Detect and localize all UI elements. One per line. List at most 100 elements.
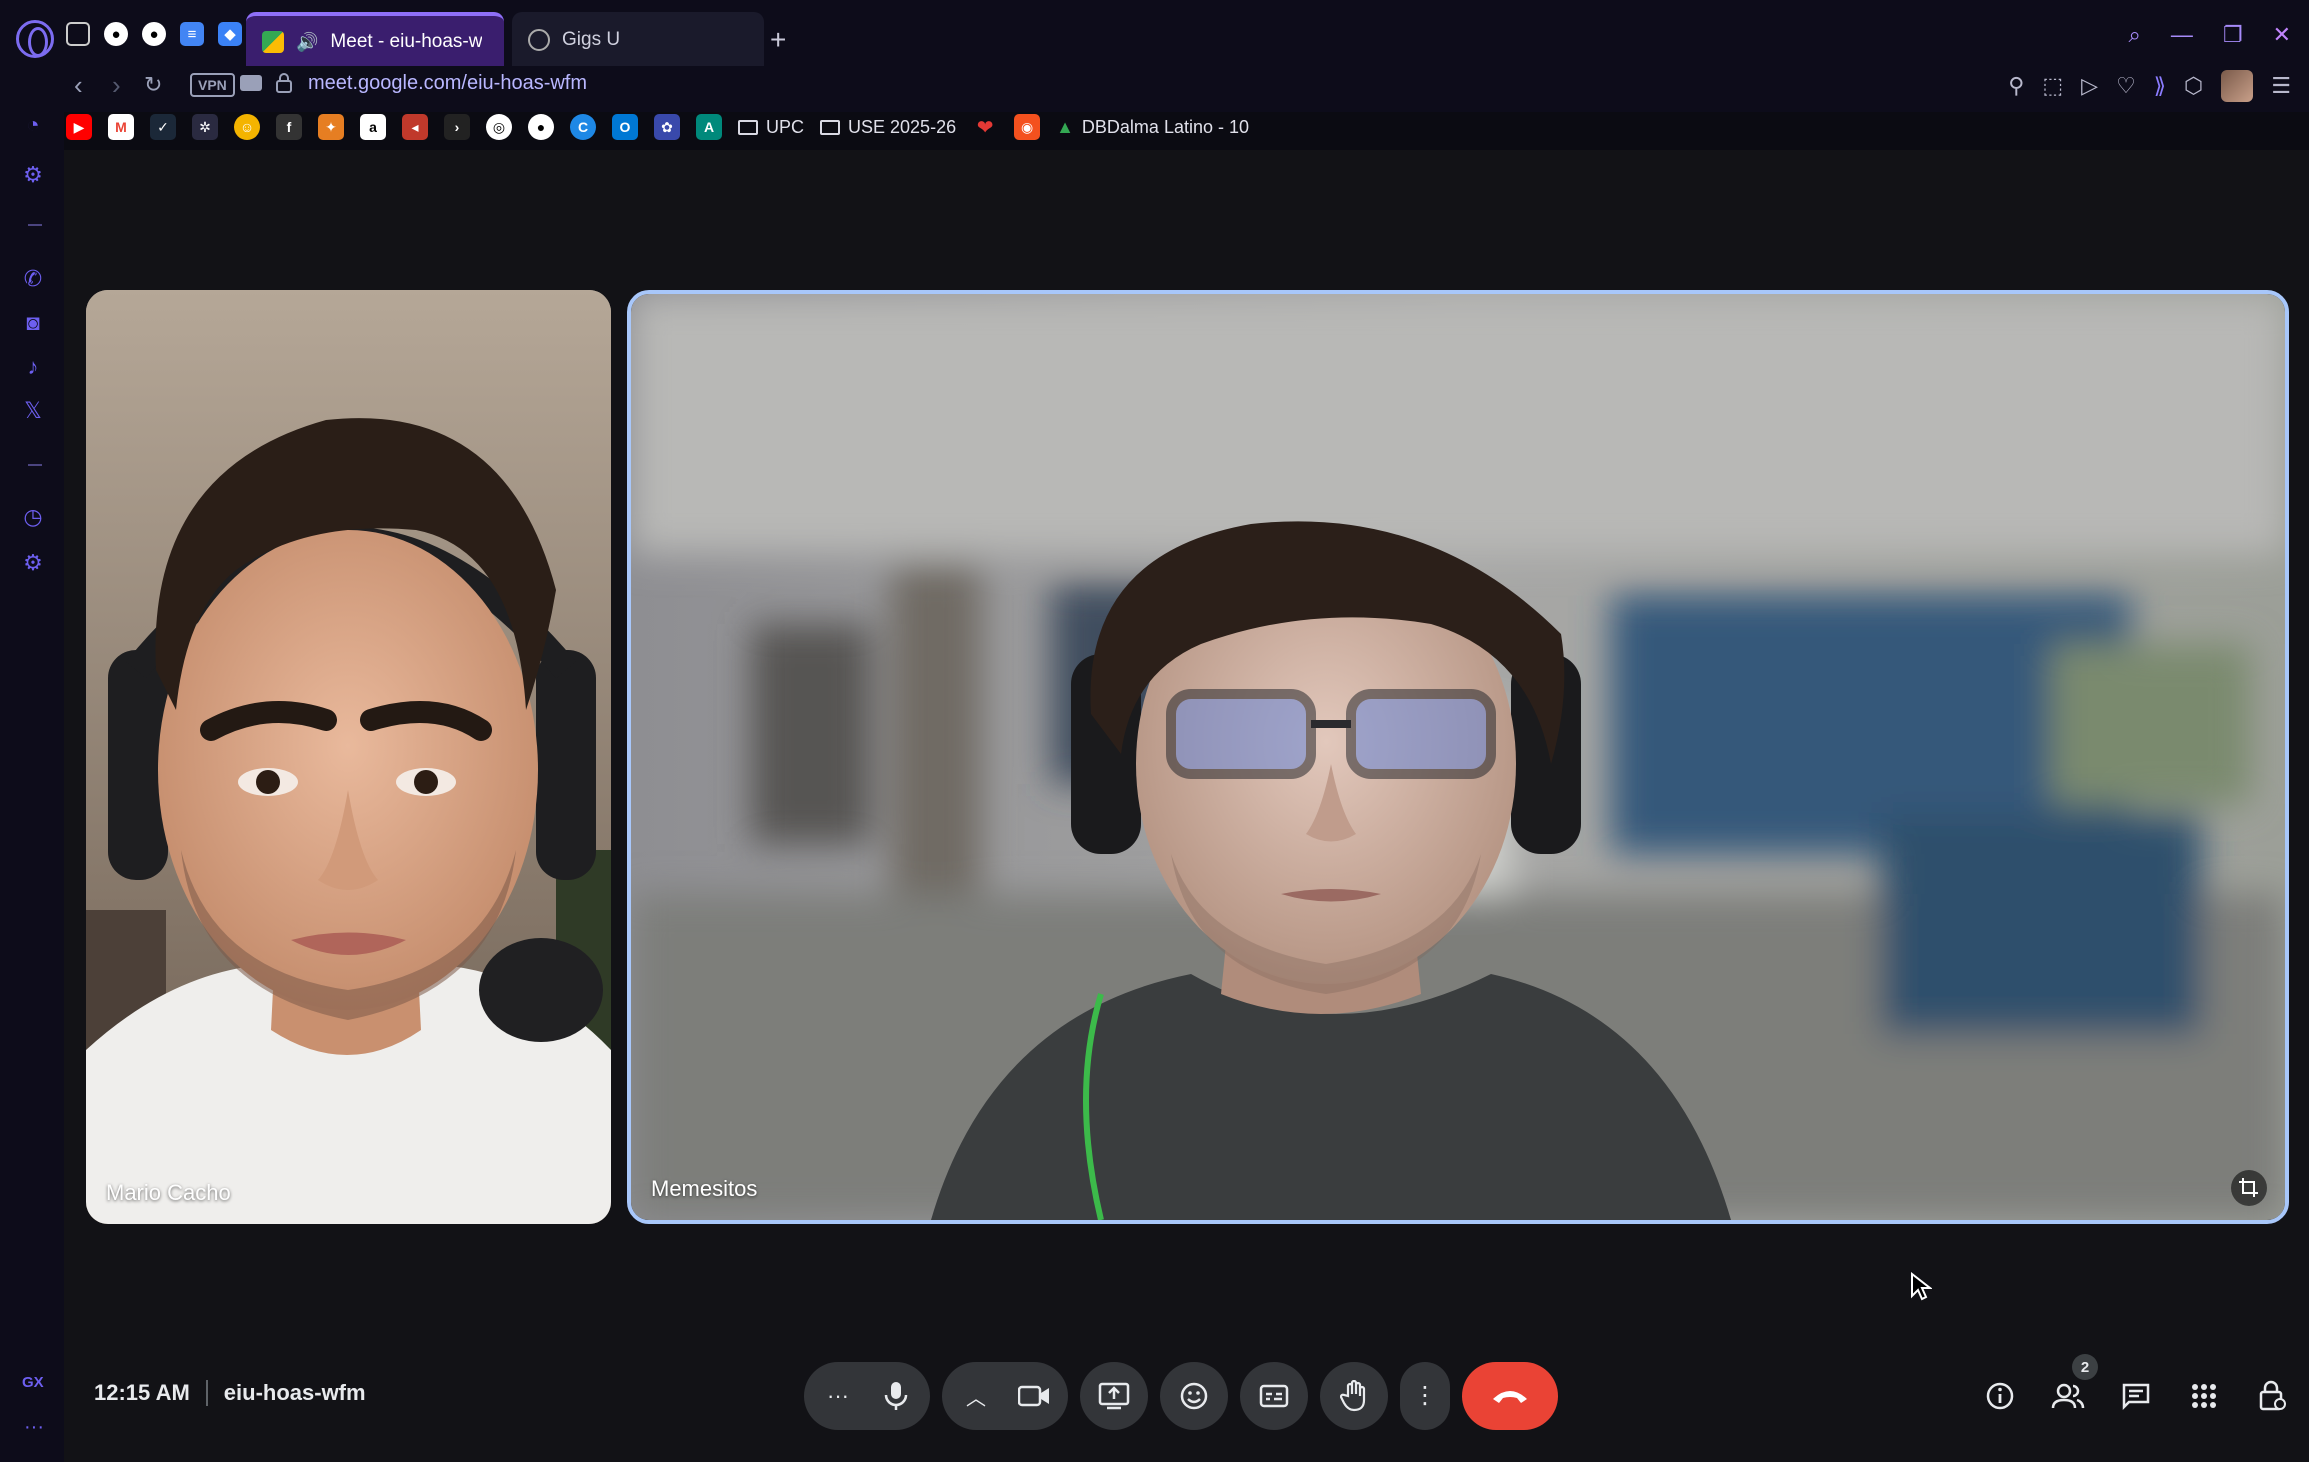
extensions-icon[interactable]: ⬡ bbox=[2184, 73, 2203, 99]
meeting-details-button[interactable] bbox=[1980, 1376, 2020, 1416]
pin-icon[interactable]: ⚲ bbox=[2008, 73, 2024, 99]
globe-icon bbox=[528, 29, 550, 51]
captions-button[interactable] bbox=[1240, 1362, 1308, 1430]
leave-call-button[interactable] bbox=[1462, 1362, 1558, 1430]
chat-button[interactable] bbox=[2116, 1376, 2156, 1416]
bookmark-folder-label: UPC bbox=[766, 116, 805, 137]
participant-video bbox=[86, 290, 611, 1224]
reactions-button[interactable] bbox=[1160, 1362, 1228, 1430]
folder-icon bbox=[738, 119, 758, 135]
speaker-icon[interactable]: 🔊 bbox=[296, 32, 318, 53]
ai-assistant-icon[interactable]: ⚙ bbox=[20, 162, 46, 188]
mouse-cursor-icon bbox=[1911, 1272, 1932, 1301]
github-pinned-icon-2[interactable]: ● bbox=[142, 22, 166, 46]
bookmark-icon-15[interactable]: ✿ bbox=[654, 114, 680, 140]
present-screen-button[interactable] bbox=[1080, 1362, 1148, 1430]
pinned-tab-icon[interactable] bbox=[66, 22, 90, 46]
video-controls: ︿ bbox=[942, 1362, 1068, 1430]
menu-icon[interactable]: ☰ bbox=[2271, 73, 2291, 99]
host-controls-button[interactable] bbox=[2252, 1376, 2292, 1416]
tab-gigs[interactable]: Gigs U bbox=[512, 12, 764, 68]
url-field[interactable]: meet.google.com/eiu-hoas-wfm bbox=[308, 72, 587, 95]
whatsapp-icon[interactable]: ✆ bbox=[20, 266, 46, 292]
more-options-button[interactable]: ⋮ bbox=[1400, 1362, 1450, 1430]
wifi-icon[interactable]: ⟫ bbox=[2154, 73, 2166, 99]
bookmark-icon-13[interactable]: C bbox=[570, 114, 596, 140]
meeting-code: eiu-hoas-wfm bbox=[223, 1380, 366, 1405]
bookmark-folder-upc[interactable]: UPC bbox=[738, 117, 804, 138]
browser-sidebar: ◔ ⚙ ✆ ◙ ♪ 𝕏 ◷ ⚙ bbox=[0, 112, 64, 1462]
history-icon[interactable]: ◷ bbox=[20, 504, 46, 530]
bookmarks-bar: ▶ M ✓ ✲ ☺ f ✦ a ◂ › ◎ ● C O ✿ A UPC USE … bbox=[66, 112, 1249, 142]
bookmark-folder-label: USE 2025-26 bbox=[848, 116, 957, 137]
bookmark-icon-5[interactable]: ☺ bbox=[234, 114, 260, 140]
toolbar-right: ⚲ ⬚ ▷ ♡ ⟫ ⬡ ☰ bbox=[2008, 70, 2291, 102]
bookmark-folder-use[interactable]: USE 2025-26 bbox=[820, 117, 956, 138]
people-button[interactable]: 2 bbox=[2048, 1354, 2098, 1416]
heart-bookmark-icon[interactable]: ❤ bbox=[972, 114, 998, 140]
participant-tile-memesitos[interactable]: Memesitos bbox=[627, 290, 2289, 1224]
bookmark-icon-6[interactable]: f bbox=[276, 114, 302, 140]
search-icon[interactable]: ⌕ bbox=[2129, 22, 2141, 48]
outlook-bookmark-icon[interactable]: O bbox=[612, 114, 638, 140]
close-icon[interactable]: ✕ bbox=[2273, 22, 2291, 48]
bookmark-icon-7[interactable]: ✦ bbox=[318, 114, 344, 140]
people-count-badge: 2 bbox=[2072, 1354, 2098, 1380]
back-icon[interactable]: ‹ bbox=[74, 70, 83, 101]
heart-icon[interactable]: ♡ bbox=[2116, 73, 2136, 99]
bookmark-icon-16[interactable]: A bbox=[696, 114, 722, 140]
bookmark-icon-20[interactable]: ◉ bbox=[1014, 114, 1041, 140]
play-icon[interactable]: ▷ bbox=[2081, 73, 2098, 99]
minimize-icon[interactable]: — bbox=[2171, 22, 2193, 48]
lock-icon[interactable] bbox=[276, 73, 292, 93]
more-vert-icon: ⋮ bbox=[1413, 1382, 1437, 1409]
tab-meet[interactable]: 🔊 Meet - eiu-hoas-w bbox=[246, 12, 504, 68]
camera-indicator-icon[interactable] bbox=[240, 75, 262, 91]
forward-icon[interactable]: › bbox=[112, 70, 121, 101]
activities-button[interactable] bbox=[2184, 1376, 2224, 1416]
gx-control-icon[interactable]: GX bbox=[22, 1374, 44, 1391]
drive-icon: ▲ bbox=[1056, 116, 1074, 137]
camera-button[interactable] bbox=[1008, 1370, 1060, 1422]
reload-icon[interactable]: ↻ bbox=[144, 72, 162, 98]
crop-icon[interactable] bbox=[2231, 1170, 2267, 1206]
participant-video bbox=[631, 294, 2285, 1220]
tiktok-icon[interactable]: ♪ bbox=[20, 354, 46, 380]
messenger-pinned-icon[interactable]: ◆ bbox=[218, 22, 242, 46]
new-tab-button[interactable]: + bbox=[770, 24, 786, 56]
microphone-button[interactable] bbox=[870, 1370, 922, 1422]
chevron-up-icon: ︿ bbox=[966, 1387, 986, 1410]
github-bookmark-icon[interactable]: ● bbox=[528, 114, 554, 140]
opera-gx-logo-icon[interactable] bbox=[16, 20, 54, 58]
bookmark-icon-4[interactable]: ✲ bbox=[192, 114, 218, 140]
video-options-button[interactable]: ︿ bbox=[950, 1370, 1002, 1422]
divider bbox=[205, 1380, 208, 1406]
settings-icon[interactable]: ⚙ bbox=[20, 550, 46, 576]
apps-grid-icon bbox=[2192, 1384, 2216, 1408]
participant-tile-mario[interactable]: Mario Cacho bbox=[86, 290, 611, 1224]
sidebar-divider bbox=[28, 224, 42, 226]
more-icon[interactable]: ··· bbox=[24, 1416, 44, 1439]
gmail-bookmark-icon[interactable]: M bbox=[108, 114, 134, 140]
speed-dial-icon[interactable]: ◔ bbox=[20, 112, 46, 138]
github-pinned-icon[interactable]: ● bbox=[104, 22, 128, 46]
youtube-bookmark-icon[interactable]: ▶ bbox=[66, 114, 92, 140]
tab-label: Meet - eiu-hoas-w bbox=[330, 31, 483, 52]
instagram-icon[interactable]: ◙ bbox=[20, 310, 46, 336]
tab-label: Gigs U bbox=[562, 29, 621, 50]
emoji-icon bbox=[1180, 1382, 1208, 1410]
steam-bookmark-icon[interactable]: ✓ bbox=[150, 114, 176, 140]
bookmark-dbdalma[interactable]: ▲ DBDalma Latino - 10 bbox=[1056, 117, 1249, 138]
bookmark-icon-9[interactable]: ◂ bbox=[402, 114, 428, 140]
profile-avatar[interactable] bbox=[2221, 70, 2254, 102]
bookmark-icon-11[interactable]: ◎ bbox=[486, 114, 512, 140]
raise-hand-button[interactable] bbox=[1320, 1362, 1388, 1430]
bookmark-icon-10[interactable]: › bbox=[444, 114, 470, 140]
audio-options-button[interactable]: ··· bbox=[812, 1370, 864, 1422]
docs-pinned-icon[interactable]: ≡ bbox=[180, 22, 204, 46]
amazon-bookmark-icon[interactable]: a bbox=[360, 114, 386, 140]
vpn-badge[interactable]: VPN bbox=[190, 73, 235, 97]
snapshot-icon[interactable]: ⬚ bbox=[2042, 73, 2063, 99]
restore-icon[interactable]: ❐ bbox=[2223, 22, 2243, 48]
x-icon[interactable]: 𝕏 bbox=[20, 398, 46, 424]
